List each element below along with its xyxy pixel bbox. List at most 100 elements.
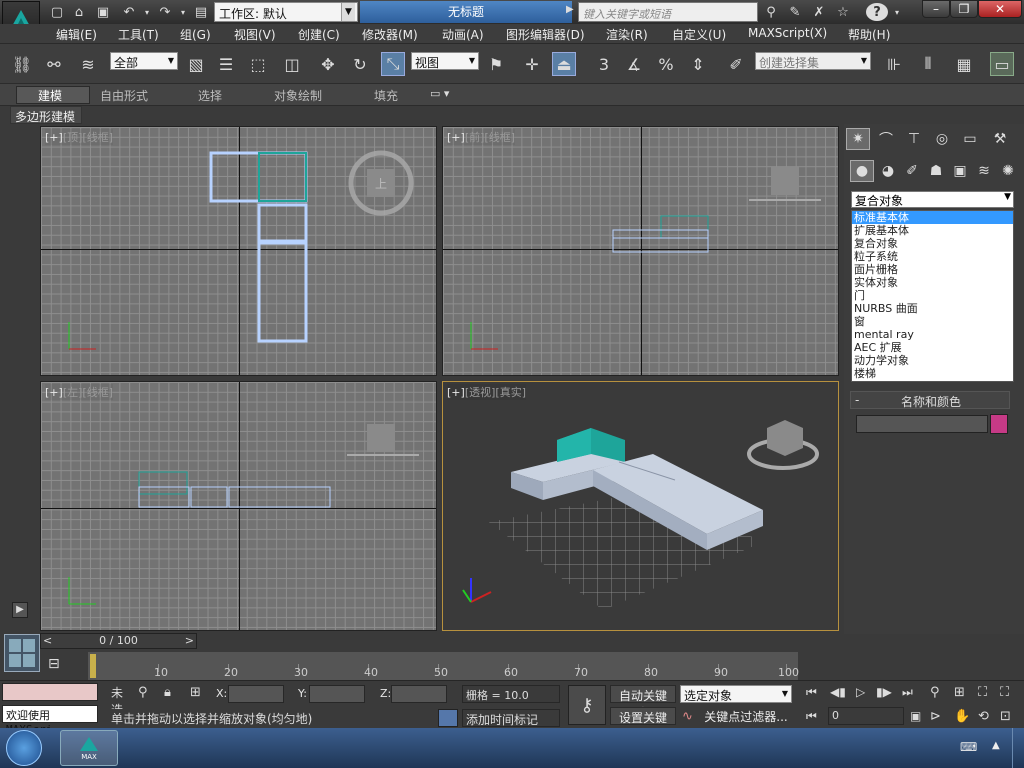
list-item[interactable]: 标准基本体 — [852, 211, 1013, 224]
go-to-end-icon[interactable]: ⏭ — [902, 685, 913, 700]
time-slider[interactable]: < 0 / 100 > — [40, 633, 197, 649]
snap-toggle-icon[interactable]: 3 — [592, 52, 616, 76]
z-coordinate-input[interactable] — [391, 685, 447, 703]
list-item[interactable]: 粒子系统 — [852, 250, 1013, 263]
key-mode-toggle-icon[interactable]: ⏮ — [806, 709, 817, 724]
selected-object-dropdown[interactable]: 选定对象 ▼ — [680, 685, 792, 703]
menu-maxscript[interactable]: MAXScript(X) — [748, 26, 827, 40]
select-object-icon[interactable]: ▧ — [184, 52, 208, 76]
communication-center-icon[interactable]: ✎ — [786, 3, 804, 21]
systems-category-icon[interactable]: ✺ — [996, 160, 1020, 182]
menu-tools[interactable]: 工具(T) — [118, 26, 159, 43]
absolute-mode-icon[interactable]: ⊞ — [190, 685, 201, 700]
tray-expand-icon[interactable]: ▲ — [992, 740, 1000, 751]
viewport-perspective[interactable]: [+][透视][真实] — [442, 381, 839, 631]
shapes-category-icon[interactable]: ◕ — [876, 160, 900, 182]
current-frame-input[interactable]: 0 — [828, 707, 904, 725]
list-item[interactable]: 窗 — [852, 315, 1013, 328]
list-item[interactable]: 面片栅格 — [852, 263, 1013, 276]
binoculars-icon[interactable]: ⚲ — [762, 3, 780, 21]
helpers-category-icon[interactable]: ▣ — [948, 160, 972, 182]
list-item[interactable]: 扩展基本体 — [852, 224, 1013, 237]
align-icon[interactable]: ⫴ — [916, 52, 940, 76]
named-selection-set-dropdown[interactable]: 创建选择集 ▼ — [755, 52, 871, 70]
tab-populate[interactable]: 填充 — [374, 87, 398, 104]
help-icon[interactable]: ? — [866, 3, 888, 21]
viewport-front[interactable]: [+][前][线框] — [442, 126, 839, 376]
x-coordinate-input[interactable] — [228, 685, 284, 703]
menu-create[interactable]: 创建(C) — [298, 26, 340, 43]
orbit-icon[interactable]: ⟲ — [978, 709, 989, 724]
close-button[interactable]: ✕ — [978, 0, 1022, 18]
time-configuration-icon[interactable]: ▣ — [910, 709, 921, 723]
key-filters-curve-icon[interactable]: ∿ — [682, 709, 693, 724]
rectangular-selection-icon[interactable]: ⬚ — [246, 52, 270, 76]
new-file-icon[interactable]: ▢ — [48, 3, 66, 21]
mirror-icon[interactable]: ⊪ — [882, 52, 906, 76]
menu-views[interactable]: 视图(V) — [234, 26, 276, 43]
modify-tab-icon[interactable]: ⌒ — [874, 128, 898, 150]
zoom-icon[interactable]: ⚲ — [930, 685, 940, 700]
menu-customize[interactable]: 自定义(U) — [672, 26, 726, 43]
isolate-selection-icon[interactable]: ⚲ — [138, 685, 148, 700]
time-cursor[interactable] — [90, 654, 96, 678]
list-item[interactable]: mental ray — [852, 328, 1013, 341]
list-item[interactable]: 复合对象 — [852, 237, 1013, 250]
menu-group[interactable]: 组(G) — [180, 26, 211, 43]
play-left-panel-icon[interactable]: ▶ — [12, 602, 28, 618]
reference-coordinate-dropdown[interactable]: 视图 ▼ — [411, 52, 479, 70]
keyboard-shortcut-override-icon[interactable]: ⏏ — [552, 52, 576, 76]
viewport-left[interactable]: [+][左][线框] — [40, 381, 437, 631]
keyboard-tray-icon[interactable]: ⌨ — [960, 740, 977, 754]
menu-graph-editors[interactable]: 图形编辑器(D) — [506, 26, 585, 43]
add-time-tag-icon[interactable] — [438, 709, 458, 727]
menu-rendering[interactable]: 渲染(R) — [606, 26, 648, 43]
spinner-snap-icon[interactable]: ⇕ — [686, 52, 710, 76]
tab-modeling[interactable]: 建模 — [38, 87, 62, 104]
menu-modifiers[interactable]: 修改器(M) — [362, 26, 418, 43]
select-by-name-icon[interactable]: ☰ — [214, 52, 238, 76]
add-time-tag[interactable]: 添加时间标记 — [462, 709, 560, 727]
next-frame-icon[interactable]: ▮▶ — [876, 685, 892, 699]
viewport-top[interactable]: [+][顶][线框] 上 — [40, 126, 437, 376]
taskbar-app-3dsmax[interactable]: MAX — [60, 730, 118, 766]
menu-help[interactable]: 帮助(H) — [848, 26, 890, 43]
redo-dropdown-icon[interactable]: ▾ — [174, 3, 192, 21]
menu-edit[interactable]: 编辑(E) — [56, 26, 97, 43]
favorites-icon[interactable]: ✗ — [810, 3, 828, 21]
previous-frame-icon[interactable]: ◀▮ — [830, 685, 846, 699]
utilities-tab-icon[interactable]: ⚒ — [988, 128, 1012, 150]
undo-dropdown-icon[interactable]: ▾ — [138, 3, 156, 21]
bind-space-warp-icon[interactable]: ≋ — [76, 52, 100, 76]
unlink-icon[interactable]: ⚯ — [42, 52, 66, 76]
zoom-extents-all-icon[interactable]: ⛶ — [1000, 685, 1009, 700]
object-type-dropdown[interactable]: 复合对象 ▼ — [851, 191, 1014, 208]
selection-filter-dropdown[interactable]: 全部 ▼ — [110, 52, 178, 70]
lights-category-icon[interactable]: ✐ — [900, 160, 924, 182]
motion-tab-icon[interactable]: ◎ — [930, 128, 954, 150]
link-icon[interactable]: ⛓ — [10, 52, 34, 76]
star-icon[interactable]: ☆ — [834, 3, 852, 21]
time-slider-prev-icon[interactable]: < — [43, 634, 52, 648]
mini-curve-editor-icon[interactable]: ⊟ — [48, 656, 74, 676]
spacewarps-category-icon[interactable]: ≋ — [972, 160, 996, 182]
search-input[interactable]: 键入关键字或短语 — [578, 2, 758, 22]
windows-start-icon[interactable] — [6, 730, 42, 766]
auto-key-button[interactable]: 自动关键点 — [610, 685, 676, 720]
object-name-input[interactable] — [856, 415, 988, 433]
lock-selection-icon[interactable]: 🔒︎ — [164, 685, 171, 700]
angle-snap-icon[interactable]: ∡ — [622, 52, 646, 76]
list-item[interactable]: 动力学对象 — [852, 354, 1013, 367]
search-expand-icon[interactable]: ▶ — [566, 4, 574, 15]
time-slider-next-icon[interactable]: > — [185, 634, 194, 648]
window-crossing-icon[interactable]: ◫ — [280, 52, 304, 76]
maxscript-listener-pink[interactable] — [2, 683, 98, 701]
save-file-icon[interactable]: ▣ — [94, 3, 112, 21]
create-tab-icon[interactable]: ✷ — [846, 128, 870, 150]
viewport-layout-icon[interactable] — [4, 634, 40, 672]
redo-icon[interactable]: ↷ — [156, 3, 174, 21]
help-dropdown-icon[interactable]: ▾ — [888, 3, 906, 21]
field-of-view-icon[interactable]: ⊳ — [930, 709, 941, 724]
render-setup-icon[interactable]: ▭ — [990, 52, 1014, 76]
undo-icon[interactable]: ↶ — [120, 3, 138, 21]
